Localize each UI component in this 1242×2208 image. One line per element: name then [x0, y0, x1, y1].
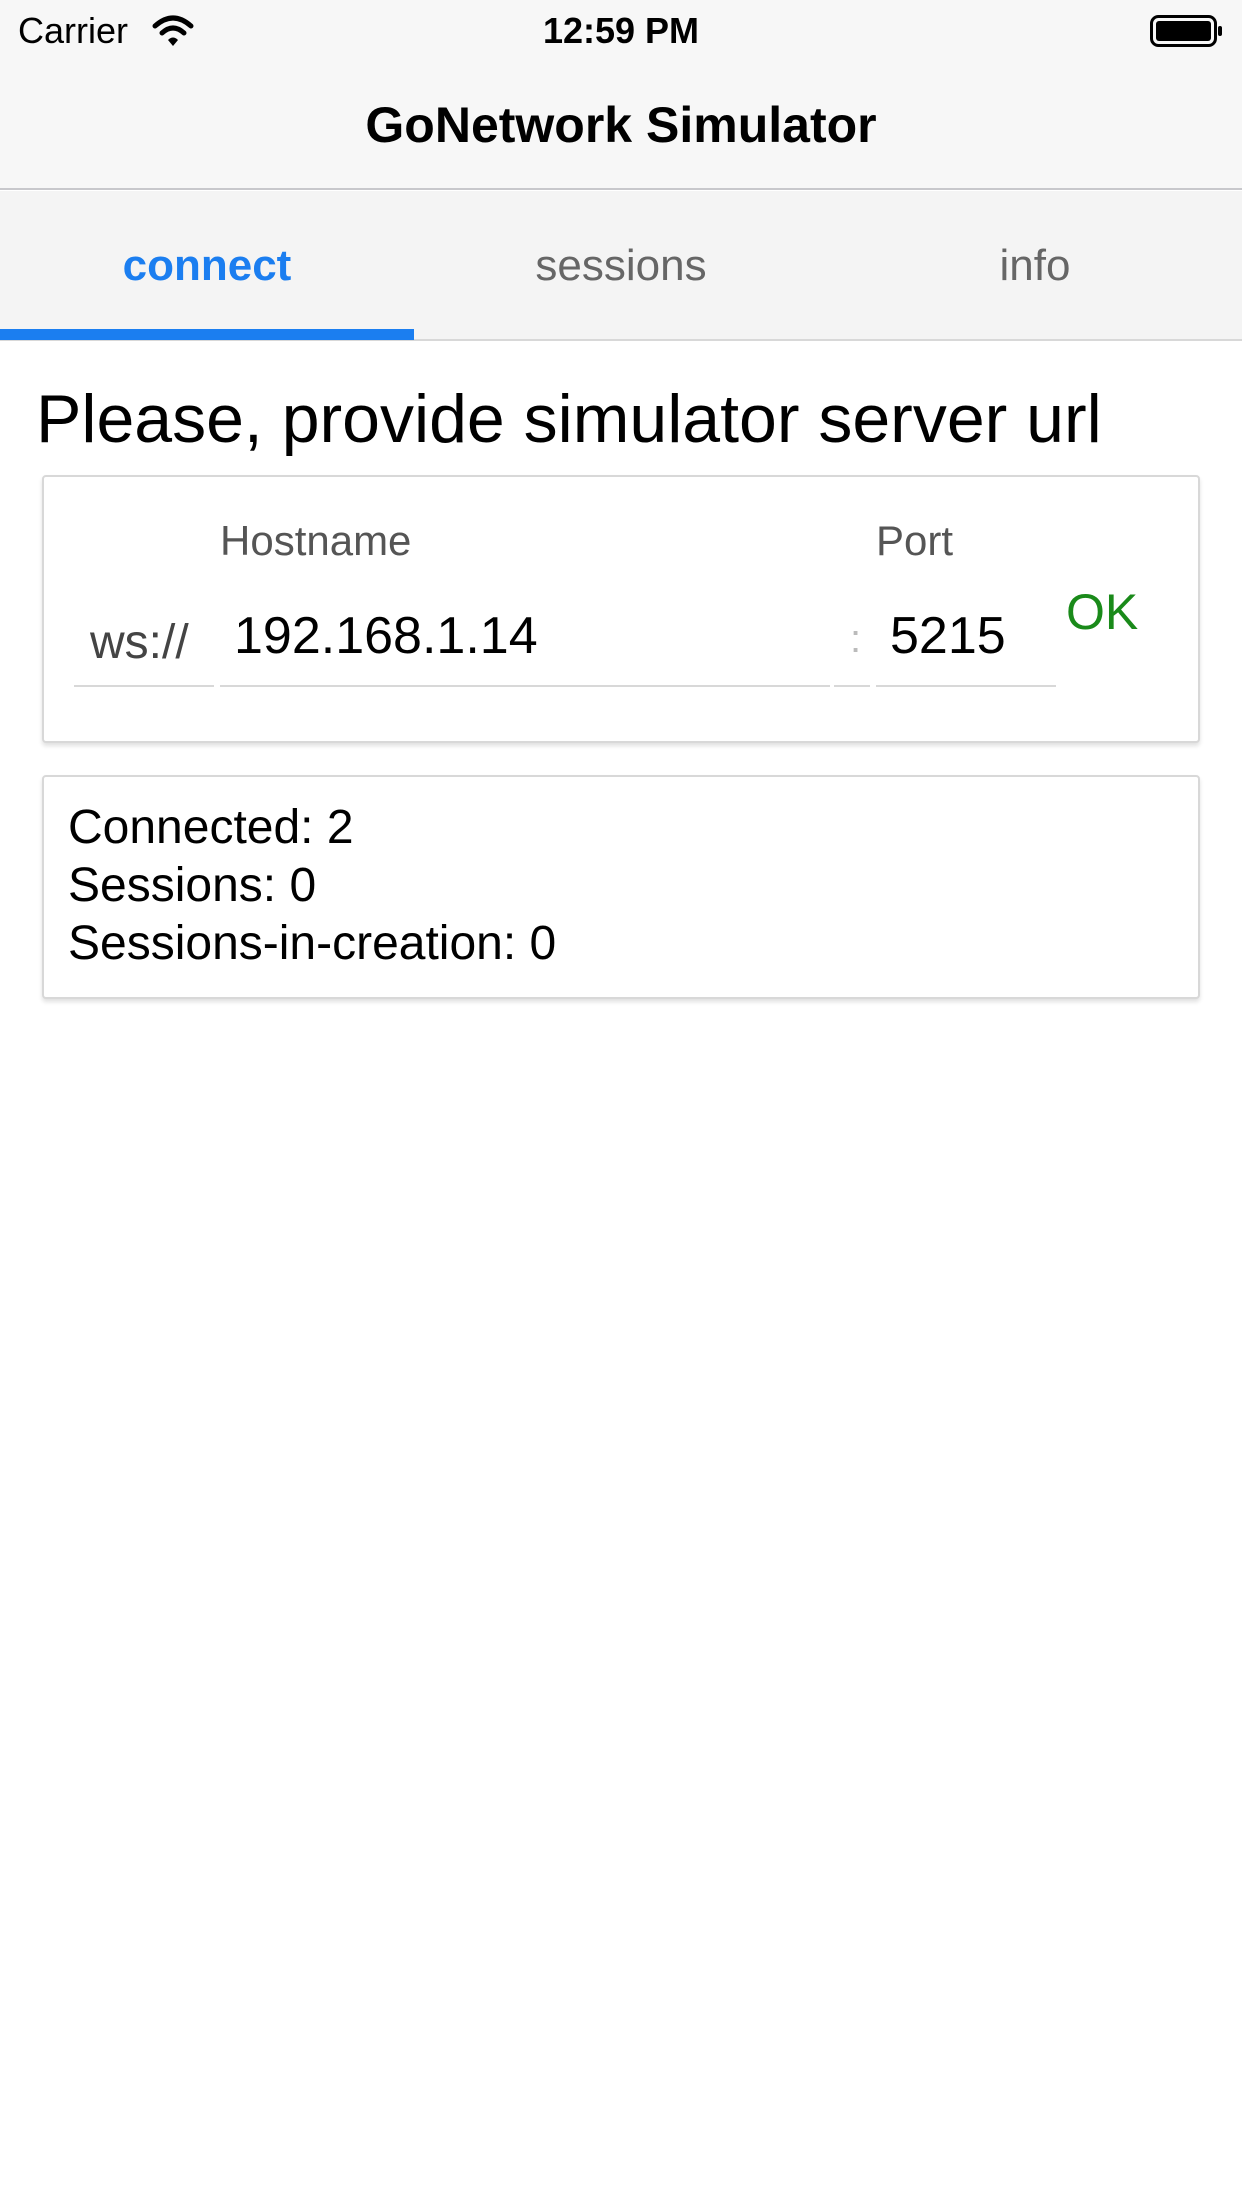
- port-label: Port: [876, 517, 954, 564]
- navigation-bar: GoNetwork Simulator: [0, 62, 1242, 190]
- nav-title: GoNetwork Simulator: [365, 97, 877, 153]
- sessions-in-creation-count: Sessions-in-creation: 0: [68, 917, 557, 970]
- battery-icon: [1150, 15, 1222, 47]
- hostname-input[interactable]: [220, 587, 830, 687]
- page-heading: Please, provide simulator server url: [36, 381, 1102, 457]
- active-tab-indicator: [0, 329, 414, 340]
- server-url-card: Hostname Port ws:// : OK: [42, 475, 1200, 743]
- hostname-label: Hostname: [220, 517, 412, 564]
- sessions-count: Sessions: 0: [68, 859, 317, 912]
- protocol-prefix: ws://: [90, 616, 189, 669]
- tab-info[interactable]: info: [828, 191, 1242, 339]
- tab-bar: connect sessions info: [0, 191, 1242, 341]
- status-time: 12:59 PM: [542, 10, 700, 51]
- separator-underline: [834, 685, 870, 687]
- stats-card: Connected: 2 Sessions: 0 Sessions-in-cre…: [42, 775, 1200, 999]
- status-bar: Carrier 12:59 PM: [0, 0, 1242, 62]
- tab-connect[interactable]: connect: [0, 191, 414, 339]
- ok-button[interactable]: OK: [1056, 577, 1148, 647]
- prefix-underline: [74, 685, 214, 687]
- connected-count: Connected: 2: [68, 801, 354, 854]
- tab-sessions[interactable]: sessions: [414, 191, 828, 339]
- port-input[interactable]: [876, 587, 1056, 687]
- host-port-separator: :: [850, 617, 862, 661]
